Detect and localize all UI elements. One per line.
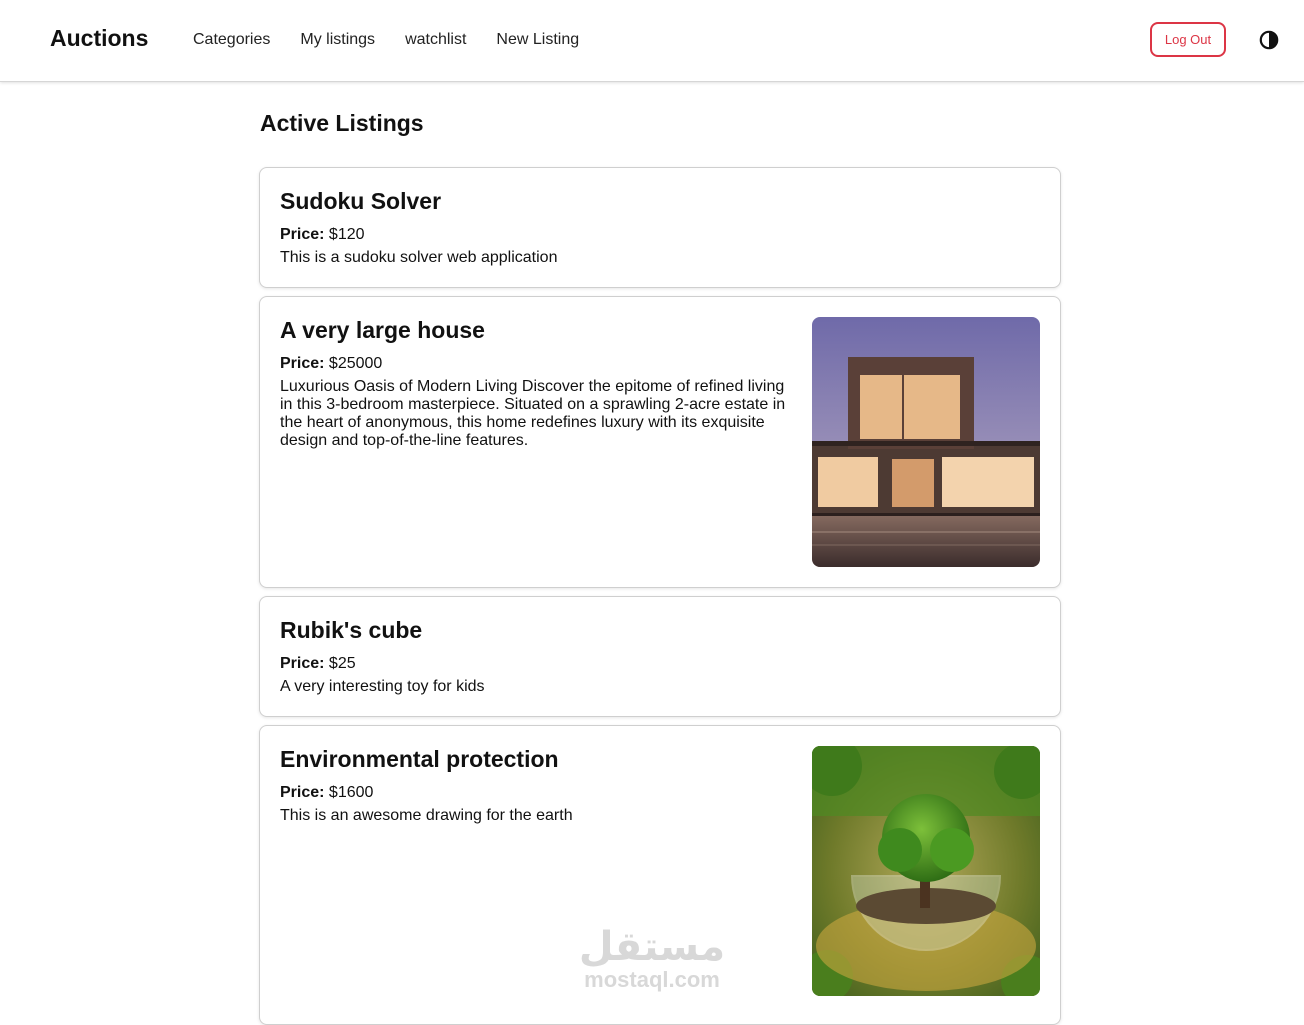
listing-image-house[interactable] — [812, 317, 1040, 567]
listing-card[interactable]: A very large house Price: $25000 Luxurio… — [259, 296, 1061, 588]
nav-link-watchlist[interactable]: watchlist — [405, 31, 466, 49]
listing-price: Price: $120 — [280, 226, 365, 244]
listing-price: Price: $1600 — [280, 784, 373, 802]
contrast-icon[interactable] — [1259, 30, 1279, 50]
listing-title[interactable]: Sudoku Solver — [280, 188, 441, 215]
price-value: $25000 — [328, 355, 383, 372]
listing-price: Price: $25000 — [280, 355, 382, 373]
nav-link-categories[interactable]: Categories — [193, 31, 270, 49]
nav-link-my-listings[interactable]: My listings — [300, 31, 375, 49]
price-label: Price: — [280, 784, 325, 801]
nav-links: Categories My listings watchlist New Lis… — [193, 31, 609, 49]
listing-description: This is a sudoku solver web application — [280, 249, 558, 266]
listing-description: A very interesting toy for kids — [280, 678, 485, 695]
listing-title[interactable]: A very large house — [280, 317, 485, 344]
listing-description: This is an awesome drawing for the earth — [280, 807, 573, 824]
listing-price: Price: $25 — [280, 655, 356, 673]
watermark-latin: mostaql.com — [584, 967, 720, 992]
logout-button[interactable]: Log Out — [1150, 22, 1226, 57]
price-value: $25 — [328, 655, 356, 672]
top-navbar: Auctions Categories My listings watchlis… — [0, 0, 1304, 82]
price-label: Price: — [280, 226, 325, 243]
brand-logo[interactable]: Auctions — [50, 25, 148, 52]
watermark-logo: مستقل mostaql.com — [572, 925, 732, 991]
listing-title[interactable]: Rubik's cube — [280, 617, 422, 644]
listing-image-tree[interactable] — [812, 746, 1040, 996]
page-title: Active Listings — [260, 110, 424, 136]
listing-card[interactable]: Sudoku Solver Price: $120 This is a sudo… — [259, 167, 1061, 288]
price-label: Price: — [280, 655, 325, 672]
listing-description: Luxurious Oasis of Modern Living Discove… — [280, 378, 786, 449]
listing-card[interactable]: Rubik's cube Price: $25 A very interesti… — [259, 596, 1061, 717]
nav-link-new-listing[interactable]: New Listing — [496, 31, 579, 49]
price-value: $120 — [328, 226, 365, 243]
price-label: Price: — [280, 355, 325, 372]
price-value: $1600 — [328, 784, 374, 801]
listing-title[interactable]: Environmental protection — [280, 746, 559, 773]
watermark-arabic: مستقل — [578, 924, 726, 970]
